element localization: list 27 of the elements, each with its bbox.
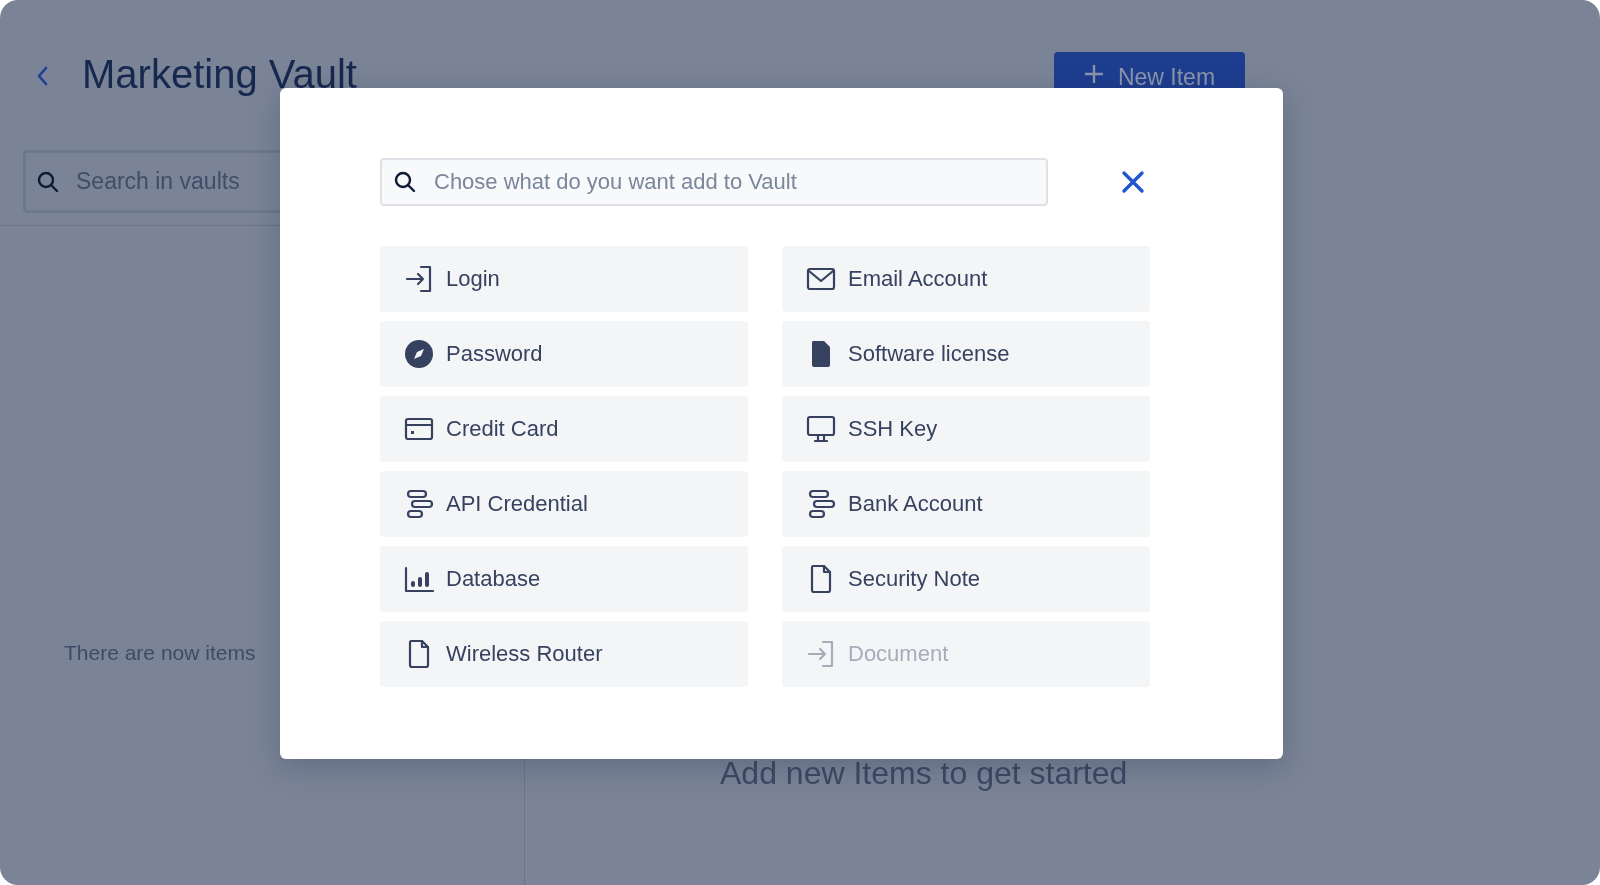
item-type-option[interactable]: Email Account	[782, 246, 1150, 312]
close-button[interactable]	[1121, 170, 1145, 194]
stack-icon	[404, 489, 434, 519]
monitor-icon	[806, 414, 836, 444]
item-type-option[interactable]: API Credential	[380, 471, 748, 537]
stack-icon	[806, 489, 836, 519]
item-type-option[interactable]: Wireless Router	[380, 621, 748, 687]
item-type-option[interactable]: SSH Key	[782, 396, 1150, 462]
item-type-option[interactable]: Database	[380, 546, 748, 612]
item-type-option[interactable]: Bank Account	[782, 471, 1150, 537]
search-icon	[37, 170, 59, 193]
login-icon	[806, 639, 836, 669]
empty-list-text: There are now items	[64, 641, 256, 665]
plus-icon	[1083, 64, 1104, 84]
chevron-left-icon	[36, 66, 48, 86]
empty-state-text: Add new Items to get started	[720, 755, 1129, 792]
search-icon	[394, 171, 416, 193]
item-type-option[interactable]: Login	[380, 246, 748, 312]
item-type-option[interactable]: Security Note	[782, 546, 1150, 612]
page-title: Marketing Vault	[82, 52, 357, 96]
item-type-option[interactable]: Password	[380, 321, 748, 387]
close-icon	[1121, 170, 1145, 194]
bar-chart-icon	[404, 564, 434, 594]
compass-icon	[404, 339, 434, 369]
item-type-option[interactable]: Credit Card	[380, 396, 748, 462]
login-icon	[404, 264, 434, 294]
item-type-option[interactable]: Software license	[782, 321, 1150, 387]
